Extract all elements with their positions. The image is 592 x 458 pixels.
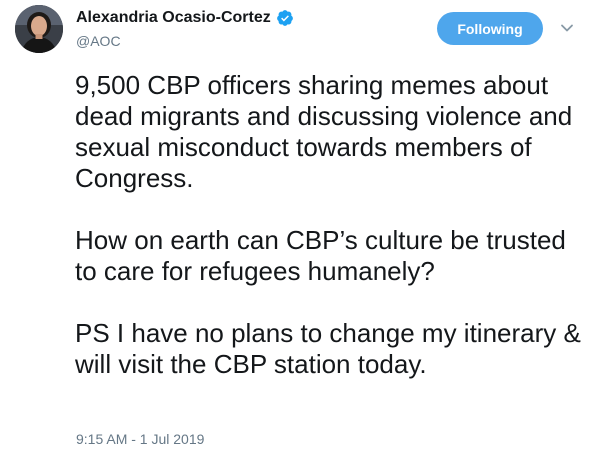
avatar-photo (15, 5, 63, 53)
tweet-paragraph: PS I have no plans to change my itinerar… (75, 318, 581, 379)
author-display-name[interactable]: Alexandria Ocasio-Cortez (76, 9, 271, 27)
tweet-paragraph: 9,500 CBP officers sharing memes about d… (75, 70, 573, 193)
tweet-card: Alexandria Ocasio-Cortez @AOC Following … (0, 0, 592, 458)
tweet-text: 9,500 CBP officers sharing memes about d… (75, 70, 585, 380)
author-handle[interactable]: @AOC (76, 33, 121, 49)
author-name-row[interactable]: Alexandria Ocasio-Cortez (76, 9, 294, 27)
tweet-paragraph: How on earth can CBP’s culture be truste… (75, 225, 566, 286)
chevron-down-icon[interactable] (559, 20, 575, 36)
verified-badge-icon (276, 9, 294, 27)
following-button[interactable]: Following (437, 12, 543, 45)
avatar[interactable] (15, 5, 63, 53)
tweet-timestamp[interactable]: 9:15 AM - 1 Jul 2019 (76, 431, 204, 447)
